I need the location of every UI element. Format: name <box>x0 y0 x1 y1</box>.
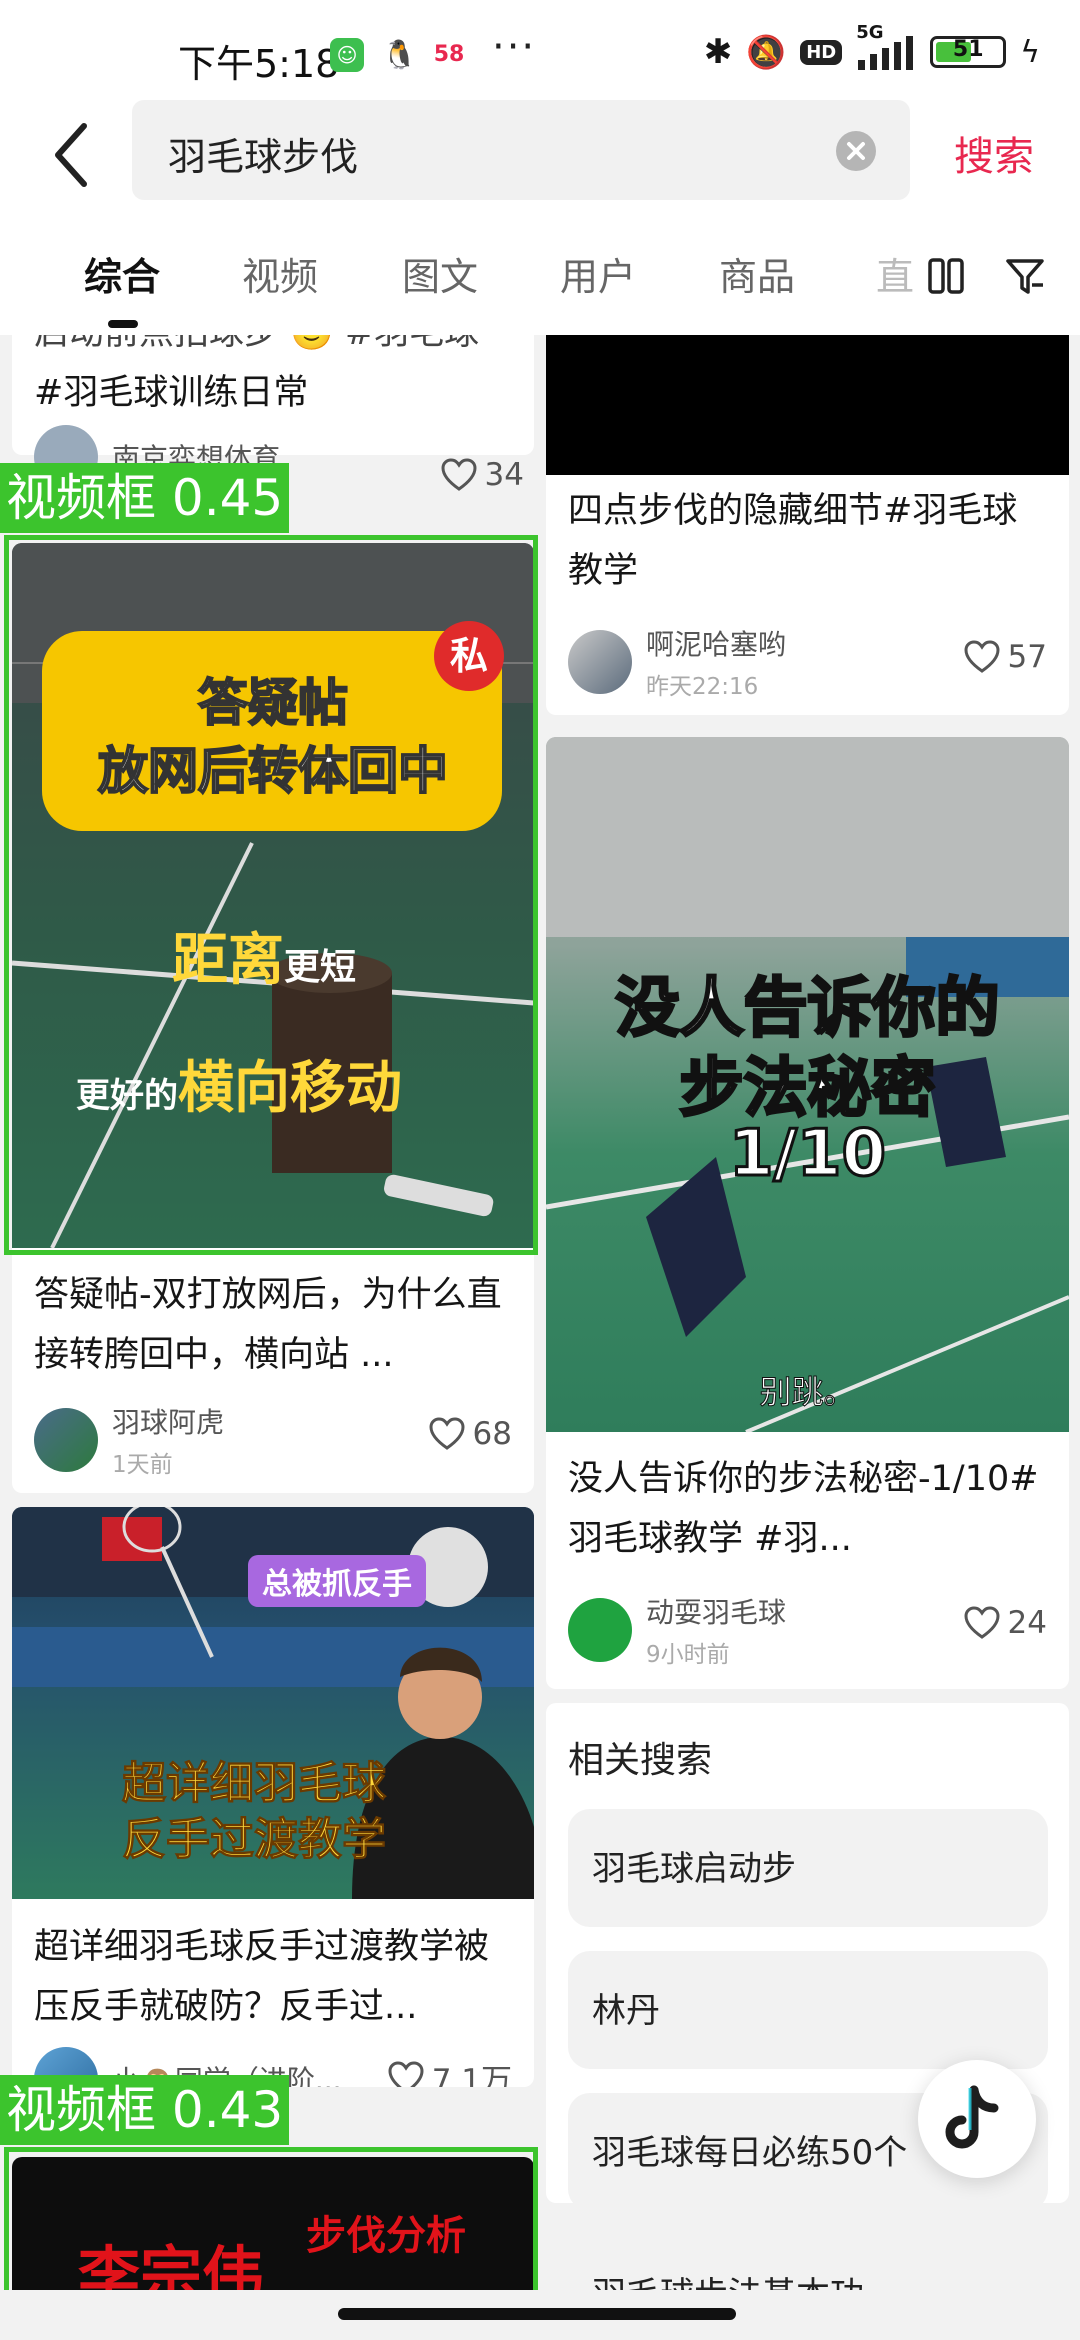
thumbnail-title-line1: 没人告诉你的 <box>614 971 1001 1048</box>
likes-value: 7.1万 <box>431 2063 512 2087</box>
card-user: 动耍羽毛球 9小时前 <box>568 1591 786 1669</box>
like-count[interactable]: 57 <box>964 639 1047 675</box>
heart-icon <box>429 1417 465 1450</box>
result-card[interactable]: 总被抓反手 超详细羽毛球 反手过渡教学 超详细羽毛球反手过渡教学被压反手就破防？… <box>12 1507 534 2087</box>
douyin-logo-icon <box>945 2085 999 2149</box>
heart-icon <box>388 2060 424 2087</box>
wechat-notification-icon: ☺ <box>330 38 364 72</box>
tab-image-text[interactable]: 图文 <box>402 246 478 301</box>
card-user: 羽球阿虎 1天前 <box>34 1401 224 1479</box>
charging-icon: ϟ <box>1020 34 1040 70</box>
likes-value: 34 <box>484 457 524 493</box>
heart-icon <box>441 458 477 491</box>
likes-value: 24 <box>1007 1605 1047 1641</box>
app58-notification-icon: 58 <box>432 38 466 72</box>
likes-value: 68 <box>472 1416 512 1452</box>
avatar[interactable] <box>568 1598 632 1662</box>
chevron-left-icon <box>55 123 87 187</box>
result-card[interactable]: 四点步伐的隐藏细节#羽毛球教学 啊泥哈塞哟 昨天22:16 57 <box>546 335 1069 715</box>
related-searches-title: 相关搜索 <box>568 1740 713 1781</box>
like-count[interactable]: 34 <box>441 457 524 493</box>
tab-live[interactable]: 直 <box>876 246 914 301</box>
video-thumbnail[interactable] <box>546 335 1069 475</box>
card-title: 启动前点拍球步 🙂 #羽毛球 <box>34 335 512 363</box>
thumbnail-subtitle: 别跳。 <box>759 1373 856 1412</box>
status-bar: 下午5:18 ☺ 🐧 58 ··· ✱ 🔕 HD 5G 51 ϟ <box>0 0 1080 100</box>
like-count[interactable]: 7.1万 <box>388 2055 512 2087</box>
post-time: 昨天22:16 <box>646 674 759 700</box>
home-indicator[interactable] <box>338 2308 736 2320</box>
detection-label: 视频框 0.45 <box>0 463 290 533</box>
status-time: 下午5:18 <box>178 42 340 86</box>
result-card[interactable]: 没人告诉你的 步法秘密 1/10 别跳。 没人告诉你的步法秘密-1/10#羽毛球… <box>546 737 1069 1689</box>
username[interactable]: 动耍羽毛球 <box>646 1591 786 1631</box>
card-title: 没人告诉你的步法秘密-1/10#羽毛球教学 #羽... <box>568 1459 1039 1559</box>
douyin-floating-button[interactable] <box>918 2060 1036 2178</box>
search-query: 羽毛球步伐 <box>168 135 359 179</box>
tab-video[interactable]: 视频 <box>242 246 318 301</box>
avatar[interactable] <box>34 1408 98 1472</box>
avatar[interactable] <box>568 630 632 694</box>
card-title: 四点步伐的隐藏细节#羽毛球教学 <box>568 491 1018 591</box>
video-thumbnail[interactable]: 总被抓反手 超详细羽毛球 反手过渡教学 <box>12 1507 534 1899</box>
likes-value: 57 <box>1007 639 1047 675</box>
dual-column-icon[interactable] <box>928 258 964 294</box>
network-type: 5G <box>856 22 884 43</box>
search-results-feed[interactable]: 启动前点拍球步 🙂 #羽毛球 #羽毛球训练日常 南京弈想体育 34 答疑帖 放网… <box>0 335 1080 2305</box>
more-notifications-icon: ··· <box>492 24 537 70</box>
thumbnail-title-line1: 超详细羽毛球 <box>122 1758 387 1810</box>
related-search-item[interactable]: 羽毛球启动步 <box>568 1809 1048 1927</box>
detection-label: 视频框 0.43 <box>0 2075 290 2145</box>
tab-products[interactable]: 商品 <box>719 246 795 301</box>
card-user: 啊泥哈塞哟 昨天22:16 <box>568 623 786 701</box>
battery-icon: 51 <box>930 36 1007 68</box>
username[interactable]: 羽球阿虎 <box>112 1401 224 1441</box>
card-title-line2: #羽毛球训练日常 <box>34 373 309 413</box>
thumbnail-title-line2: 反手过渡教学 <box>122 1814 387 1866</box>
search-input[interactable]: 羽毛球步伐 <box>132 100 910 200</box>
bluetooth-icon: ✱ <box>703 32 733 72</box>
status-right: ✱ 🔕 HD 5G 51 ϟ <box>703 22 1040 72</box>
heart-icon <box>964 640 1000 673</box>
clear-search-button[interactable] <box>836 131 876 171</box>
related-search-item[interactable]: 林丹 <box>568 1951 1048 2069</box>
filter-icon[interactable] <box>1005 258 1045 296</box>
like-count[interactable]: 68 <box>429 1416 512 1452</box>
close-icon <box>847 142 865 160</box>
card-title: 超详细羽毛球反手过渡教学被压反手就破防？反手过... <box>34 1927 490 2027</box>
category-tabs: 综合 视频 图文 用户 商品 直 <box>0 210 1080 335</box>
qq-notification-icon: 🐧 <box>382 38 417 72</box>
thumbnail-title-line2: 步法秘密 <box>678 1051 937 1128</box>
battery-level: 51 <box>952 37 984 62</box>
tab-users[interactable]: 用户 <box>560 246 636 301</box>
post-time: 1天前 <box>112 1452 173 1478</box>
video-thumbnail[interactable]: 没人告诉你的 步法秘密 1/10 别跳。 <box>546 737 1069 1432</box>
post-time: 9小时前 <box>646 1642 730 1668</box>
detection-box <box>4 535 538 1255</box>
tab-comprehensive[interactable]: 综合 <box>84 246 160 301</box>
like-count[interactable]: 24 <box>964 1605 1047 1641</box>
active-tab-indicator <box>108 320 138 328</box>
thumbnail-tag: 总被抓反手 <box>248 1555 426 1607</box>
search-bar: 羽毛球步伐 搜索 <box>0 100 1080 210</box>
signal-icon: 5G <box>856 22 916 70</box>
hd-icon: HD <box>800 39 843 65</box>
username[interactable]: 啊泥哈塞哟 <box>646 623 786 663</box>
card-title: 答疑帖-双打放网后，为什么直接转胯回中，横向站 ... <box>34 1275 502 1375</box>
mute-icon: 🔕 <box>746 33 787 71</box>
thumbnail-title-line3: 1/10 <box>728 1116 888 1193</box>
search-button[interactable]: 搜索 <box>954 124 1034 182</box>
heart-icon <box>964 1606 1000 1639</box>
back-button[interactable] <box>52 120 92 190</box>
detection-box <box>4 2147 538 2305</box>
